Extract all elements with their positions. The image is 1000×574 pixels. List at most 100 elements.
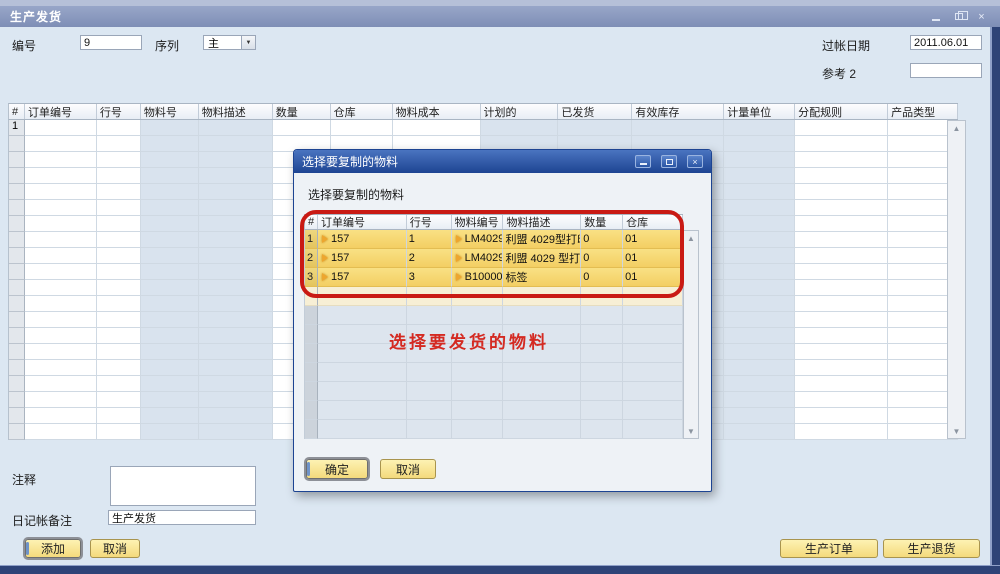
grid-cell[interactable] xyxy=(503,287,581,306)
grid-cell[interactable] xyxy=(25,376,97,392)
grid-cell[interactable] xyxy=(199,280,273,296)
grid-cell[interactable] xyxy=(97,248,141,264)
item-code-cell[interactable]: LM4029ACA xyxy=(452,230,504,249)
grid-cell[interactable] xyxy=(25,248,97,264)
grid-cell[interactable] xyxy=(581,401,623,420)
grid-cell[interactable] xyxy=(393,120,481,136)
grid-cell[interactable] xyxy=(407,306,452,325)
grid-cell[interactable] xyxy=(141,232,199,248)
table-row[interactable]: 1 157 1 LM4029ACA 利盟 4029型打印机 0 01 xyxy=(304,230,683,249)
row-number[interactable]: 1 xyxy=(305,230,318,249)
quantity-cell[interactable]: 0 xyxy=(581,268,623,287)
grid-cell[interactable] xyxy=(795,248,888,264)
grid-cell[interactable] xyxy=(97,216,141,232)
grid-cell[interactable] xyxy=(581,344,623,363)
dialog-titlebar[interactable]: 选择要复制的物料 × xyxy=(294,150,711,173)
row-number[interactable] xyxy=(305,401,318,420)
grid-cell[interactable] xyxy=(795,184,888,200)
grid-cell[interactable] xyxy=(141,216,199,232)
grid-cell[interactable] xyxy=(724,216,795,232)
link-arrow-icon[interactable] xyxy=(322,235,328,243)
grid-cell[interactable] xyxy=(273,120,331,136)
grid-cell[interactable] xyxy=(25,264,97,280)
grid-cell[interactable] xyxy=(199,264,273,280)
grid-cell[interactable] xyxy=(97,120,141,136)
link-arrow-icon[interactable] xyxy=(322,273,328,281)
grid-cell[interactable] xyxy=(623,344,683,363)
row-number[interactable] xyxy=(9,296,25,312)
grid-cell[interactable] xyxy=(795,152,888,168)
grid-cell[interactable] xyxy=(97,296,141,312)
grid-cell[interactable] xyxy=(795,264,888,280)
grid-cell[interactable] xyxy=(199,312,273,328)
grid-cell[interactable] xyxy=(25,360,97,376)
scroll-up-icon[interactable]: ▲ xyxy=(687,231,695,245)
grid-cell[interactable] xyxy=(25,408,97,424)
grid-cell[interactable] xyxy=(724,280,795,296)
grid-cell[interactable] xyxy=(623,382,683,401)
row-number[interactable] xyxy=(9,152,25,168)
grid-cell[interactable] xyxy=(199,120,273,136)
grid-cell[interactable] xyxy=(503,306,581,325)
grid-cell[interactable] xyxy=(623,401,683,420)
grid-cell[interactable] xyxy=(407,420,452,439)
grid-cell[interactable] xyxy=(724,360,795,376)
row-number[interactable] xyxy=(9,200,25,216)
grid-cell[interactable] xyxy=(503,363,581,382)
remarks-textarea[interactable] xyxy=(110,466,256,506)
grid-cell[interactable] xyxy=(724,376,795,392)
grid-cell[interactable] xyxy=(795,344,888,360)
row-number[interactable] xyxy=(305,363,318,382)
dialog-scrollbar[interactable]: ▲ ▼ xyxy=(683,230,699,439)
grid-cell[interactable] xyxy=(503,401,581,420)
grid-cell[interactable] xyxy=(141,200,199,216)
grid-cell[interactable] xyxy=(407,382,452,401)
grid-cell[interactable] xyxy=(25,136,97,152)
grid-cell[interactable] xyxy=(199,392,273,408)
row-number[interactable] xyxy=(305,287,318,306)
grid-cell[interactable] xyxy=(97,184,141,200)
grid-cell[interactable] xyxy=(724,152,795,168)
grid-cell[interactable] xyxy=(581,420,623,439)
grid-cell[interactable] xyxy=(331,120,393,136)
grid-cell[interactable] xyxy=(452,420,504,439)
table-row[interactable]: 3 157 3 B10000 标签 0 01 xyxy=(304,268,683,287)
grid-cell[interactable] xyxy=(795,360,888,376)
grid-cell[interactable] xyxy=(623,325,683,344)
row-number[interactable] xyxy=(9,424,25,440)
row-number[interactable] xyxy=(305,420,318,439)
grid-cell[interactable] xyxy=(581,325,623,344)
row-number[interactable] xyxy=(9,216,25,232)
line-number-cell[interactable]: 2 xyxy=(407,249,452,268)
grid-cell[interactable] xyxy=(795,200,888,216)
grid-cell[interactable] xyxy=(724,200,795,216)
table-row[interactable] xyxy=(304,306,683,325)
grid-cell[interactable] xyxy=(724,248,795,264)
grid-cell[interactable] xyxy=(795,216,888,232)
grid-cell[interactable] xyxy=(724,264,795,280)
table-row[interactable]: 1 xyxy=(8,120,958,136)
row-number[interactable] xyxy=(9,408,25,424)
grid-cell[interactable] xyxy=(581,382,623,401)
quantity-cell[interactable]: 0 xyxy=(581,249,623,268)
series-select[interactable]: 主 ▼ xyxy=(203,35,256,50)
grid-cell[interactable] xyxy=(795,328,888,344)
grid-cell[interactable] xyxy=(141,120,199,136)
grid-cell[interactable] xyxy=(503,420,581,439)
grid-cell[interactable] xyxy=(25,168,97,184)
minimize-icon[interactable] xyxy=(927,10,944,24)
grid-cell[interactable] xyxy=(141,424,199,440)
row-number[interactable] xyxy=(9,312,25,328)
grid-cell[interactable] xyxy=(407,401,452,420)
grid-cell[interactable] xyxy=(724,392,795,408)
grid-cell[interactable] xyxy=(97,376,141,392)
grid-cell[interactable] xyxy=(795,408,888,424)
grid-cell[interactable] xyxy=(141,264,199,280)
grid-cell[interactable] xyxy=(25,344,97,360)
ref2-input[interactable] xyxy=(910,63,982,78)
grid-cell[interactable] xyxy=(97,424,141,440)
grid-cell[interactable] xyxy=(199,328,273,344)
grid-cell[interactable] xyxy=(724,136,795,152)
grid-cell[interactable] xyxy=(581,287,623,306)
posting-date-input[interactable]: 2011.06.01 xyxy=(910,35,982,50)
